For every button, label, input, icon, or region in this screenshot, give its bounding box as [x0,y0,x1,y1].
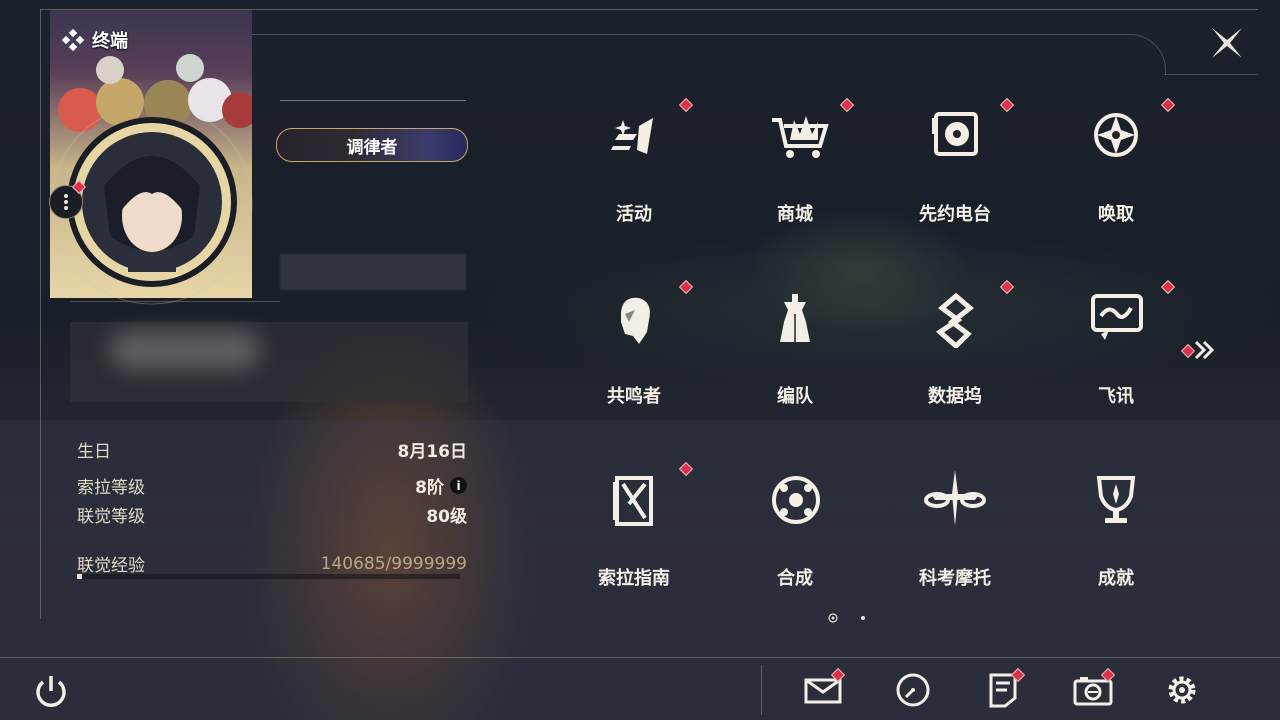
exp-value: 140685/9999999 [320,553,467,574]
bottom-divider [0,657,1280,658]
guide-icon [613,476,653,526]
stat-value: 80级 [426,507,467,527]
notification-dot [1160,279,1176,295]
shop-cart-icon [772,116,829,158]
stat-label: 联觉经验 [77,556,145,576]
menu-item-label: 编队 [777,386,813,407]
clock-icon [896,673,930,707]
camera-button[interactable] [1073,667,1116,710]
synthesis-icon [772,476,820,524]
notification-dot [999,279,1015,295]
title-divider [280,100,466,101]
power-button[interactable] [33,673,69,709]
more-vertical-icon [64,194,68,210]
menu-item-data-bank[interactable]: 数据坞 [880,272,1030,422]
terminal-icon [62,29,84,51]
resonator-icon [621,297,650,344]
menu-item-label: 唤取 [1098,204,1134,225]
message-icon [1091,294,1143,340]
notification-dot [678,279,694,295]
title-badge[interactable]: 调律者 [276,128,468,162]
player-name-blurred [280,254,466,290]
exp-progress-fill [77,574,83,579]
close-icon [1212,28,1242,58]
next-page-button[interactable] [1180,338,1224,362]
stat-union-exp: 联觉经验 140685/9999999 [77,551,467,577]
notification-dot [678,97,694,113]
profile-divider [70,301,280,302]
menu-item-label: 合成 [777,568,813,589]
page-indicator [828,613,865,623]
team-icon [780,294,810,342]
menu-item-shop[interactable]: 商城 [720,90,870,240]
stat-label: 联觉等级 [77,507,145,527]
menu-item-label: 先约电台 [919,204,991,225]
terminal-label: 终端 [92,31,128,52]
menu-item-guide[interactable]: 索拉指南 [559,454,709,604]
menu-item-label: 共鸣者 [607,386,661,407]
stat-value: 8月16日 [397,442,468,462]
stat-label: 索拉等级 [77,478,145,498]
title-badge-label: 调律者 [346,137,398,158]
exp-progress-bar [77,574,460,579]
menu-item-label: 活动 [616,204,652,225]
trophy-icon [1096,476,1136,523]
settings-button[interactable] [1162,670,1202,710]
settings-icon [1168,676,1196,704]
stat-label: 生日 [77,442,111,462]
menu-item-motorcycle[interactable]: 科考摩托 [880,454,1030,604]
menu-item-label: 索拉指南 [598,568,670,589]
notes-button[interactable] [983,667,1026,710]
frame-curve [250,34,1166,75]
menu-item-label: 成就 [1098,568,1134,589]
menu-item-activity[interactable]: 活动 [559,90,709,240]
stat-value-wrap: 8阶 i [415,473,467,498]
mail-button[interactable] [803,667,846,710]
menu-item-message[interactable]: 飞讯 [1041,272,1191,422]
notification-dot [839,97,855,113]
stat-value: 8阶 [415,478,444,498]
motorcycle-icon [924,470,986,526]
menu-item-label: 商城 [777,204,813,225]
stat-union-level: 联觉等级 80级 [77,502,467,527]
bottom-separator [761,665,762,715]
radio-icon [932,112,978,156]
menu-item-label: 飞讯 [1098,386,1134,407]
notification-dot [1160,97,1176,113]
terminal-header: 终端 [62,27,128,53]
notification-dot [999,97,1015,113]
summon-icon [1094,113,1138,157]
frame-line-right [1164,74,1258,75]
menu-item-summon[interactable]: 唤取 [1041,90,1191,240]
activity-icon [611,118,653,154]
menu-item-radio[interactable]: 先约电台 [880,90,1030,240]
frame-line-left [40,9,41,619]
menu-item-label: 数据坞 [928,386,982,407]
close-button[interactable] [1208,24,1246,62]
stat-birthday: 生日 8月16日 [77,437,467,462]
data-bank-icon [935,292,974,348]
stat-sola-level: 索拉等级 8阶 i [77,473,467,498]
menu-item-resonator[interactable]: 共鸣者 [559,272,709,422]
notification-dot [678,461,694,477]
menu-item-synthesis[interactable]: 合成 [720,454,870,604]
menu-item-achievement[interactable]: 成就 [1041,454,1191,604]
signature-box[interactable] [70,322,468,402]
menu-item-team[interactable]: 编队 [720,272,870,422]
clock-button[interactable] [893,670,933,710]
menu-item-label: 科考摩托 [919,568,991,589]
info-icon[interactable]: i [450,477,467,494]
signature-blurred [110,330,260,370]
